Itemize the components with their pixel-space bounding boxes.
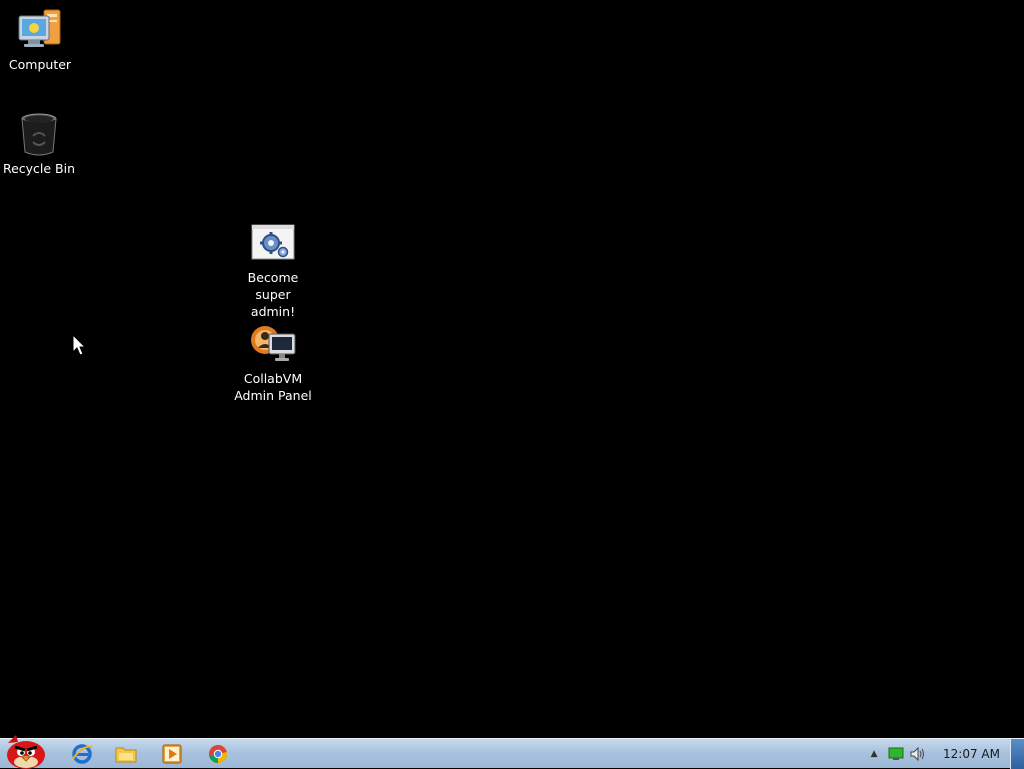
recycle-bin-icon — [15, 110, 63, 158]
icon-label: Recycle Bin — [2, 161, 76, 176]
desktop-icon-recycle-bin[interactable]: Recycle Bin — [0, 110, 79, 177]
icon-label: Computer — [8, 57, 72, 72]
tray-network[interactable] — [885, 739, 907, 769]
speaker-icon — [910, 747, 925, 761]
system-tray: ▲ 12:07 AM — [863, 739, 1010, 769]
desktop-icon-become-super-admin[interactable]: Become super admin! — [233, 219, 313, 320]
taskbar: ▲ 12:07 AM — [0, 735, 1024, 769]
computer-icon — [16, 6, 64, 54]
taskbar-windows-explorer[interactable] — [106, 741, 146, 767]
ie-icon — [72, 744, 93, 764]
media-player-icon — [162, 744, 182, 764]
show-hidden-icons-button[interactable]: ▲ — [863, 739, 885, 769]
network-icon — [888, 747, 904, 760]
folder-icon — [115, 747, 137, 763]
settings-gear-icon — [249, 219, 297, 267]
taskbar-internet-explorer[interactable] — [62, 741, 102, 767]
mouse-cursor-icon — [72, 334, 87, 356]
angry-bird-start-icon — [7, 735, 45, 769]
chevron-up-icon: ▲ — [870, 749, 878, 759]
desktop: Computer Recycle Bin Become super admin!… — [0, 0, 1024, 738]
taskbar-google-chrome[interactable] — [198, 741, 238, 767]
chrome-icon — [209, 745, 228, 764]
start-button[interactable] — [2, 733, 50, 769]
show-desktop-button[interactable] — [1010, 739, 1024, 769]
icon-label: CollabVM Admin Panel — [234, 371, 312, 403]
tray-volume[interactable] — [907, 739, 929, 769]
admin-panel-icon — [249, 320, 297, 368]
icon-label: Become super admin! — [247, 270, 299, 319]
desktop-icon-computer[interactable]: Computer — [0, 6, 80, 73]
taskbar-clock[interactable]: 12:07 AM — [943, 747, 1000, 761]
taskbar-media-player[interactable] — [152, 741, 192, 767]
desktop-icon-collabvm-admin-panel[interactable]: CollabVM Admin Panel — [233, 320, 313, 404]
